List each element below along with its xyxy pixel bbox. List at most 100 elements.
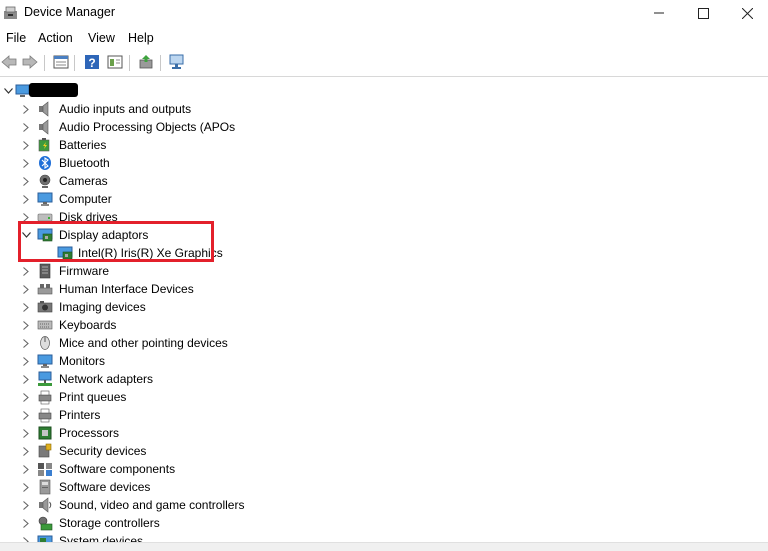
category-row[interactable]: Network adapters	[0, 370, 768, 388]
software-component-icon	[38, 463, 52, 476]
svg-text:?: ?	[88, 56, 95, 70]
update-driver-button[interactable]	[137, 53, 155, 71]
category-row[interactable]: Security devices	[0, 442, 768, 460]
expand-chevron-icon[interactable]	[21, 478, 31, 496]
speaker-icon	[39, 119, 49, 135]
mouse-icon	[40, 336, 50, 350]
title-bar: Device Manager	[0, 0, 768, 26]
back-icon	[1, 55, 17, 69]
category-row[interactable]: System devices	[0, 532, 768, 542]
menu-help[interactable]: Help	[128, 31, 154, 45]
expand-chevron-icon[interactable]	[21, 280, 31, 298]
category-label: Print queues	[59, 390, 127, 404]
expand-chevron-icon[interactable]	[21, 388, 31, 406]
collapse-chevron-icon[interactable]	[3, 82, 13, 100]
back-button[interactable]	[0, 53, 18, 71]
view-button[interactable]	[106, 53, 124, 71]
category-row[interactable]: Bluetooth	[0, 154, 768, 172]
category-label: Batteries	[59, 138, 107, 152]
category-label: Audio Processing Objects (APOs	[59, 120, 236, 134]
category-row[interactable]: Batteries	[0, 136, 768, 154]
category-row[interactable]: Print queues	[0, 388, 768, 406]
category-label: Software components	[59, 462, 176, 476]
category-label: Security devices	[59, 444, 147, 458]
expand-chevron-icon[interactable]	[21, 190, 31, 208]
keyboard-icon	[37, 320, 53, 330]
scan-hardware-button[interactable]	[168, 53, 186, 71]
category-row[interactable]: Audio Processing Objects (APOs	[0, 118, 768, 136]
menu-view[interactable]: View	[88, 31, 115, 45]
expand-chevron-icon[interactable]	[21, 406, 31, 424]
expand-chevron-icon[interactable]	[21, 136, 31, 154]
expand-chevron-icon[interactable]	[21, 370, 31, 388]
category-row[interactable]: Human Interface Devices	[0, 280, 768, 298]
processor-icon	[38, 426, 52, 440]
menu-file[interactable]: File	[6, 31, 26, 45]
help-icon: ?	[85, 55, 99, 70]
category-label: Network adapters	[59, 372, 154, 386]
camera-icon	[39, 174, 51, 188]
category-label: Firmware	[59, 264, 109, 278]
window-title: Device Manager	[24, 5, 116, 19]
category-label: Monitors	[59, 354, 106, 368]
category-label: Imaging devices	[59, 300, 146, 314]
category-row[interactable]: Sound, video and game controllers	[0, 496, 768, 514]
expand-chevron-icon[interactable]	[21, 334, 31, 352]
expand-chevron-icon[interactable]	[21, 352, 31, 370]
category-row[interactable]: Software devices	[0, 478, 768, 496]
imaging-icon	[37, 301, 53, 313]
category-row[interactable]: Audio inputs and outputs	[0, 100, 768, 118]
expand-chevron-icon[interactable]	[21, 172, 31, 190]
expand-chevron-icon[interactable]	[21, 118, 31, 136]
expand-chevron-icon[interactable]	[21, 316, 31, 334]
hid-icon	[37, 284, 53, 295]
menu-action[interactable]: Action	[38, 31, 73, 45]
minimize-button[interactable]	[636, 0, 682, 26]
forward-button[interactable]	[21, 53, 39, 71]
expand-chevron-icon[interactable]	[21, 514, 31, 532]
expand-chevron-icon[interactable]	[21, 460, 31, 478]
toolbar-separator	[160, 55, 161, 71]
expand-chevron-icon[interactable]	[21, 442, 31, 460]
maximize-button[interactable]	[680, 0, 726, 26]
category-label: Audio inputs and outputs	[59, 102, 192, 116]
expand-chevron-icon[interactable]	[21, 496, 31, 514]
category-row[interactable]: Monitors	[0, 352, 768, 370]
properties-button[interactable]	[52, 53, 70, 71]
computer-icon	[37, 192, 53, 206]
category-row[interactable]: Cameras	[0, 172, 768, 190]
close-icon	[741, 7, 753, 19]
view-icon	[107, 55, 123, 69]
redacted-computer-name	[29, 83, 78, 97]
category-row[interactable]: Storage controllers	[0, 514, 768, 532]
monitor-icon	[37, 354, 53, 368]
category-row[interactable]: Mice and other pointing devices	[0, 334, 768, 352]
category-row[interactable]: Imaging devices	[0, 298, 768, 316]
category-label: Human Interface Devices	[59, 282, 194, 296]
system-icon	[37, 535, 53, 542]
category-row[interactable]: Computer	[0, 190, 768, 208]
speaker-icon	[39, 101, 49, 117]
expand-chevron-icon[interactable]	[21, 424, 31, 442]
category-row[interactable]: Processors	[0, 424, 768, 442]
category-row[interactable]: Printers	[0, 406, 768, 424]
category-row[interactable]: Keyboards	[0, 316, 768, 334]
tree-root[interactable]	[0, 82, 768, 100]
expand-chevron-icon[interactable]	[21, 298, 31, 316]
toolbar-separator	[129, 55, 130, 71]
category-row[interactable]: Software components	[0, 460, 768, 478]
help-button[interactable]: ?	[83, 53, 101, 71]
category-label: Storage controllers	[59, 516, 160, 530]
menu-bar: File Action View Help	[0, 28, 768, 48]
category-label: System devices	[59, 534, 144, 542]
expand-chevron-icon[interactable]	[21, 532, 31, 542]
category-label: Keyboards	[59, 318, 117, 332]
expand-chevron-icon[interactable]	[21, 100, 31, 118]
close-button[interactable]	[724, 0, 768, 26]
category-row[interactable]: Firmware	[0, 262, 768, 280]
scan-hardware-icon	[169, 54, 184, 69]
expand-chevron-icon[interactable]	[21, 154, 31, 172]
expand-chevron-icon[interactable]	[21, 262, 31, 280]
forward-icon	[22, 55, 38, 69]
display-adaptors-highlight-box	[18, 221, 214, 262]
